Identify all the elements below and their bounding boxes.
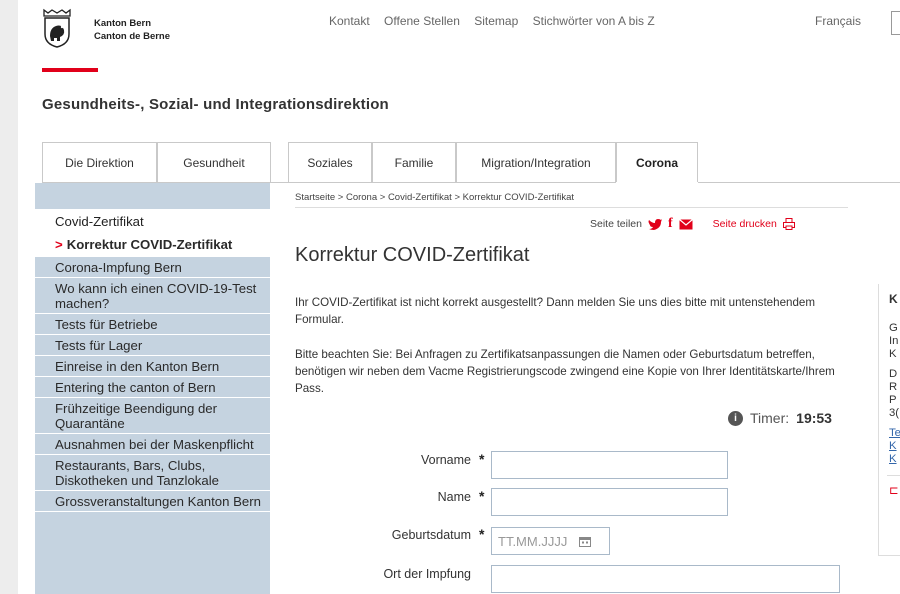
printer-icon[interactable]: [782, 218, 795, 230]
search-input[interactable]: [891, 11, 900, 35]
sidebar-item-tests-betriebe[interactable]: Tests für Betriebe: [35, 314, 270, 335]
sidebar-item-korrektur-covid-zertifikat[interactable]: > Korrektur COVID-Zertifikat: [35, 234, 270, 257]
contact-box-title: K: [889, 292, 898, 306]
session-timer: i Timer: 19:53: [728, 410, 832, 426]
page-title: Korrektur COVID-Zertifikat: [295, 244, 530, 266]
language-switch[interactable]: Français: [815, 14, 861, 28]
notice-text: Bitte beachten Sie: Bei Anfragen zu Zert…: [295, 348, 835, 395]
contact-box-block-1: G In K: [889, 322, 899, 360]
calendar-icon[interactable]: [579, 536, 592, 547]
lastname-label: Name: [437, 490, 471, 504]
vaccination-place-label: Ort der Impfung: [383, 567, 471, 581]
sidebar-item-label: Korrektur COVID-Zertifikat: [66, 237, 233, 252]
share-label: Seite teilen: [590, 218, 642, 230]
nav-offene-stellen[interactable]: Offene Stellen: [384, 14, 460, 28]
nav-stichwoerter[interactable]: Stichwörter von A bis Z: [533, 14, 655, 28]
tab-corona[interactable]: Corona: [616, 142, 698, 183]
birthdate-label: Geburtsdatum: [391, 528, 471, 542]
vaccination-place-input[interactable]: [491, 565, 840, 593]
info-icon: i: [728, 410, 743, 426]
share-bar: Seite teilen f Seite drucken: [590, 216, 795, 232]
sidebar-item-tests-lager[interactable]: Tests für Lager: [35, 335, 270, 356]
required-mark: *: [479, 488, 485, 504]
document-icon[interactable]: ⊏: [889, 485, 900, 498]
birthdate-placeholder: TT.MM.JJJJ: [498, 533, 568, 549]
firstname-input[interactable]: [491, 451, 728, 479]
sidebar-item-maskenpflicht[interactable]: Ausnahmen bei der Maskenpflicht: [35, 434, 270, 455]
chevron-right-icon: >: [55, 237, 63, 252]
firstname-label: Vorname: [420, 453, 471, 467]
sidebar-item-covid-zertifikat[interactable]: Covid-Zertifikat: [35, 209, 270, 234]
tab-familie[interactable]: Familie: [372, 142, 456, 182]
tab-gesundheit[interactable]: Gesundheit: [157, 142, 271, 182]
required-mark: *: [479, 526, 485, 542]
email-icon[interactable]: [678, 218, 693, 230]
twitter-icon[interactable]: [648, 218, 662, 231]
department-title[interactable]: Gesundheits-, Sozial- und Integrationsdi…: [42, 96, 389, 113]
contact-box-block-2: D R P 3(: [889, 368, 900, 419]
breadcrumb[interactable]: Startseite > Corona > Covid-Zertifikat >…: [295, 192, 574, 203]
top-nav: Kontakt Offene Stellen Sitemap Stichwört…: [329, 14, 666, 28]
sidebar-item-restaurants[interactable]: Restaurants, Bars, Clubs, Diskotheken un…: [35, 455, 270, 491]
breadcrumb-divider: [295, 207, 848, 208]
sidebar-item-test-machen[interactable]: Wo kann ich einen COVID-19-Test machen?: [35, 278, 270, 314]
brand-line-1: Kanton Bern: [94, 18, 151, 29]
page: Kanton Bern Canton de Berne Kontakt Offe…: [18, 0, 900, 594]
birthdate-input[interactable]: TT.MM.JJJJ: [491, 527, 610, 555]
nav-kontakt[interactable]: Kontakt: [329, 14, 370, 28]
bern-coat-of-arms-logo[interactable]: [42, 8, 72, 48]
tab-migration-integration[interactable]: Migration/Integration: [456, 142, 616, 182]
brand-name[interactable]: Kanton Bern Canton de Berne: [94, 17, 170, 43]
contact-link[interactable]: K: [889, 440, 900, 453]
lastname-input[interactable]: [491, 488, 728, 516]
intro-text: Ihr COVID-Zertifikat ist nicht korrekt a…: [295, 296, 816, 326]
sidebar-item-corona-impfung[interactable]: Corona-Impfung Bern: [35, 257, 270, 278]
sidebar-nav: Covid-Zertifikat > Korrektur COVID-Zerti…: [35, 183, 270, 594]
tab-die-direktion[interactable]: Die Direktion: [42, 142, 157, 182]
contact-link[interactable]: Te: [889, 427, 900, 440]
nav-sitemap[interactable]: Sitemap: [474, 14, 518, 28]
tab-soziales[interactable]: Soziales: [288, 142, 372, 182]
sidebar-item-entering-canton[interactable]: Entering the canton of Bern: [35, 377, 270, 398]
print-page-link[interactable]: Seite drucken: [713, 218, 777, 230]
contact-box-links: Te K K: [889, 427, 900, 466]
contact-link[interactable]: K: [889, 453, 900, 466]
brand-line-2: Canton de Berne: [94, 31, 171, 42]
sidebar-item-einreise[interactable]: Einreise in den Kanton Bern: [35, 356, 270, 377]
sidebar-item-grossveranstaltungen[interactable]: Grossveranstaltungen Kanton Bern: [35, 491, 270, 512]
contact-box: K G In K D R P 3( Te K K ⊏: [878, 284, 900, 556]
sidebar-item-quarantaene[interactable]: Frühzeitige Beendigung der Quarantäne: [35, 398, 270, 434]
timer-label: Timer:: [750, 410, 790, 426]
required-mark: *: [479, 451, 485, 467]
accent-bar: [42, 68, 98, 72]
facebook-icon[interactable]: f: [668, 216, 673, 232]
timer-value: 19:53: [796, 410, 832, 426]
